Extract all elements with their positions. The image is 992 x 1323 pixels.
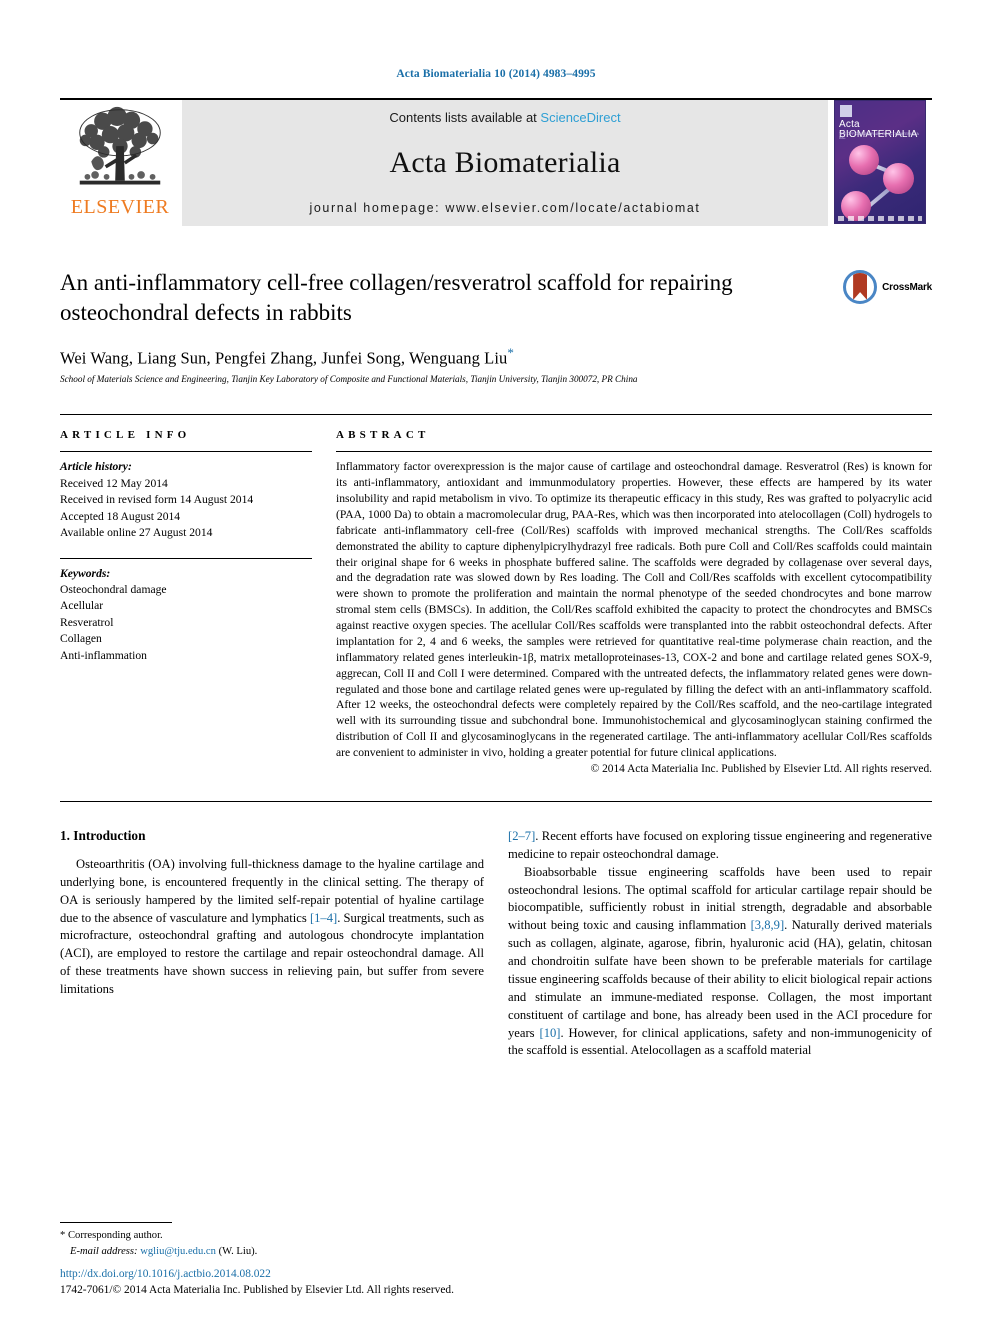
cover-footer-bar [838, 216, 922, 221]
email-owner: (W. Liu). [218, 1245, 258, 1257]
elsevier-logo: ELSEVIER [60, 100, 180, 226]
cover-subtitle: THE OFFICIAL JOURNAL OF ACTA MATERIALIA … [839, 132, 919, 140]
elsevier-wordmark: ELSEVIER [70, 196, 170, 218]
divider [60, 451, 312, 453]
crossmark-label: CrossMark [882, 281, 932, 293]
abstract-column: ABSTRACT Inflammatory factor overexpress… [336, 429, 932, 775]
journal-cover-thumbnail: Acta BIOMATERIALIA THE OFFICIAL JOURNAL … [834, 100, 932, 226]
contents-prefix: Contents lists available at [389, 110, 541, 125]
history-item: Available online 27 August 2014 [60, 526, 213, 540]
sciencedirect-link[interactable]: ScienceDirect [540, 110, 620, 125]
article-info-column: ARTICLE INFO Article history: Received 1… [60, 429, 312, 775]
cover-sphere-icon [849, 145, 879, 175]
abstract-text: Inflammatory factor overexpression is th… [336, 460, 932, 760]
keyword-item: Collagen [60, 632, 102, 646]
body-column-left: 1. Introduction Osteoarthritis (OA) invo… [60, 828, 484, 1060]
keyword-item: Resveratrol [60, 615, 114, 629]
article-history-label: Article history: [60, 460, 132, 474]
history-item: Received 12 May 2014 [60, 476, 168, 490]
history-item: Accepted 18 August 2014 [60, 509, 181, 523]
intro-paragraph-right-1: [2–7]. Recent efforts have focused on ex… [508, 828, 932, 864]
author-list: Wei Wang, Liang Sun, Pengfei Zhang, Junf… [60, 345, 932, 369]
footer-doi-block: http://dx.doi.org/10.1016/j.actbio.2014.… [60, 1267, 454, 1298]
crossmark-badge[interactable]: CrossMark [843, 270, 932, 304]
section-title-introduction: 1. Introduction [60, 827, 146, 843]
intro-paragraph-left: Osteoarthritis (OA) involving full-thick… [60, 856, 484, 999]
divider [60, 800, 932, 802]
citation-ref[interactable]: [2–7] [508, 829, 535, 843]
email-label: E-mail address: [70, 1245, 138, 1257]
keyword-item: Acellular [60, 599, 104, 613]
title-block: An anti-inflammatory cell-free collagen/… [60, 268, 932, 384]
cover-sphere-icon [883, 163, 914, 194]
issn-copyright-line: 1742-7061/© 2014 Acta Materialia Inc. Pu… [60, 1283, 454, 1296]
body-column-right: [2–7]. Recent efforts have focused on ex… [508, 828, 932, 1060]
corresponding-author-marker[interactable]: * [507, 345, 514, 360]
keyword-item: Anti-inflammation [60, 648, 147, 662]
journal-masthead: ELSEVIER Contents lists available at Sci… [60, 98, 932, 226]
article-history: Article history: Received 12 May 2014 Re… [60, 459, 312, 541]
intro-text-e: . Naturally derived materials such as co… [508, 918, 932, 1040]
author-names: Wei Wang, Liang Sun, Pengfei Zhang, Junf… [60, 348, 508, 368]
cover-image: Acta BIOMATERIALIA THE OFFICIAL JOURNAL … [834, 100, 926, 224]
elsevier-tree-icon [72, 104, 168, 196]
article-info-heading: ARTICLE INFO [60, 429, 191, 442]
keywords-label: Keywords: [60, 566, 111, 580]
doi-link[interactable]: http://dx.doi.org/10.1016/j.actbio.2014.… [60, 1267, 454, 1282]
keyword-item: Osteochondral damage [60, 583, 167, 596]
body-columns: 1. Introduction Osteoarthritis (OA) invo… [60, 828, 932, 1060]
citation-ref[interactable]: [3,8,9] [751, 918, 785, 932]
journal-homepage[interactable]: journal homepage: www.elsevier.com/locat… [310, 201, 701, 215]
running-head: Acta Biomaterialia 10 (2014) 4983–4995 [396, 68, 596, 80]
cover-publisher-mark [840, 105, 852, 117]
divider [60, 1222, 172, 1224]
page-title: An anti-inflammatory cell-free collagen/… [60, 270, 733, 325]
email-link[interactable]: wgliu@tju.edu.cn [140, 1246, 216, 1257]
divider [60, 557, 312, 559]
intro-text-f: . However, for clinical applications, sa… [508, 1025, 932, 1058]
affiliation: School of Materials Science and Engineer… [60, 374, 638, 385]
keywords-block: Keywords: Osteochondral damage Acellular… [60, 557, 312, 665]
contents-line: Contents lists available at ScienceDirec… [389, 110, 620, 125]
citation-ref[interactable]: [1–4] [310, 911, 337, 925]
abstract-heading: ABSTRACT [336, 429, 430, 442]
abstract-copyright: © 2014 Acta Materialia Inc. Published by… [590, 762, 932, 775]
history-item: Received in revised form 14 August 2014 [60, 493, 254, 507]
intro-paragraph-right-2: Bioabsorbable tissue engineering scaffol… [508, 864, 932, 1061]
footnote-corresponding: * Corresponding author. [60, 1228, 490, 1243]
corresponding-author-footnote: * Corresponding author. E-mail address: … [60, 1222, 490, 1259]
divider [336, 451, 932, 453]
paper-page: Acta Biomaterialia 10 (2014) 4983–4995 E… [0, 0, 992, 1323]
footnote-marker: * [60, 1230, 66, 1242]
info-abstract-block: ARTICLE INFO Article history: Received 1… [60, 414, 932, 775]
crossmark-icon [843, 270, 878, 304]
intro-text-c: . Recent efforts have focused on explori… [508, 828, 932, 861]
citation-ref[interactable]: [10] [540, 1026, 561, 1040]
footnote-corresponding-label: Corresponding author. [67, 1230, 163, 1242]
footnote-email-line: E-mail address: wgliu@tju.edu.cn (W. Liu… [60, 1244, 490, 1259]
journal-title: Acta Biomaterialia [389, 146, 621, 179]
journal-band: Contents lists available at ScienceDirec… [182, 100, 828, 226]
